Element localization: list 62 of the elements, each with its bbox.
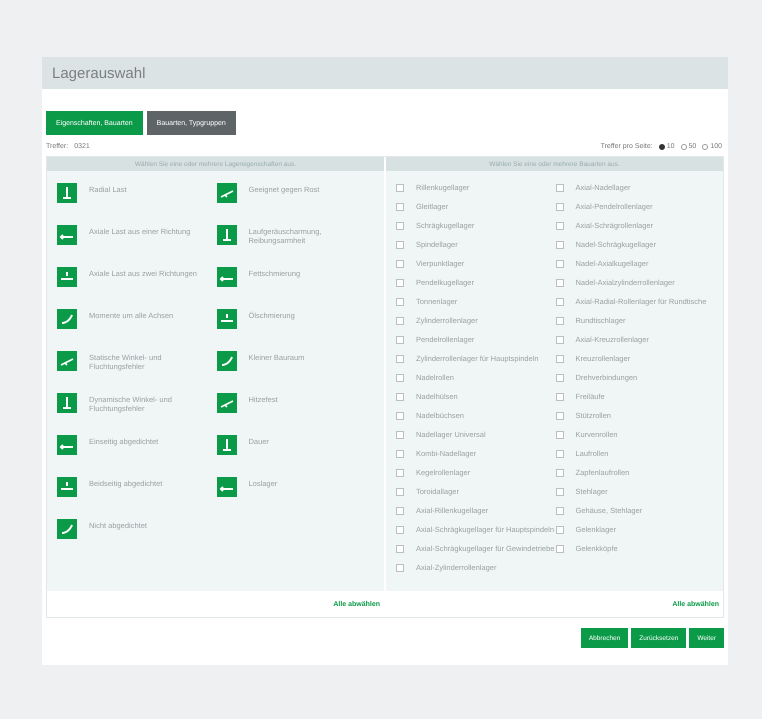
radio-button[interactable] [680,144,687,150]
checkbox[interactable] [396,260,404,268]
property-icon[interactable] [57,183,77,203]
checkbox[interactable] [396,507,404,515]
property-icon[interactable] [216,309,236,329]
checkbox[interactable] [556,374,564,382]
property-icon[interactable] [216,351,236,371]
checkbox[interactable] [396,336,404,344]
checkbox[interactable] [396,317,404,325]
property-icon[interactable] [57,477,77,497]
property-icon[interactable] [57,435,77,455]
checkbox[interactable] [556,412,564,420]
property-icon[interactable] [57,393,77,413]
checkbox[interactable] [556,393,564,401]
checkbox[interactable] [556,488,564,496]
property-icon[interactable] [216,393,236,413]
checkbox[interactable] [556,279,564,287]
property-icon[interactable] [57,519,77,539]
checkbox[interactable] [396,488,404,496]
checkbox[interactable] [396,355,404,363]
radio-button[interactable] [658,144,665,150]
checkbox[interactable] [556,431,564,439]
checkbox[interactable] [556,545,564,553]
page-title: Lagerauswahl [42,57,728,89]
checkbox[interactable] [396,203,404,211]
checkbox[interactable] [556,355,564,363]
property-icon[interactable] [57,351,77,371]
checkbox[interactable] [556,507,564,515]
property-icon[interactable] [216,183,236,203]
property-icon[interactable] [216,477,236,497]
checkbox[interactable] [396,564,404,572]
checkbox[interactable] [396,222,404,230]
checkbox[interactable] [556,184,564,192]
checkbox[interactable] [396,279,404,287]
property-icon[interactable] [57,309,77,329]
checkbox[interactable] [396,469,404,477]
property-icon[interactable] [216,267,236,287]
checkbox[interactable] [556,203,564,211]
checkbox[interactable] [396,393,404,401]
checkbox[interactable] [556,298,564,306]
checkbox[interactable] [556,469,564,477]
checkbox[interactable] [396,431,404,439]
property-icon[interactable] [216,225,236,245]
checkbox[interactable] [556,260,564,268]
checkbox[interactable] [396,374,404,382]
checkbox[interactable] [396,450,404,458]
property-icon[interactable] [57,267,77,287]
property-icon[interactable] [57,225,77,245]
checkbox[interactable] [556,336,564,344]
checkbox[interactable] [396,298,404,306]
checkbox[interactable] [396,241,404,249]
checkbox[interactable] [556,317,564,325]
checkbox[interactable] [396,184,404,192]
checkbox[interactable] [396,526,404,534]
radio-button[interactable] [702,144,708,150]
checkbox[interactable] [556,241,564,249]
checkbox[interactable] [556,450,564,458]
property-icon[interactable] [216,435,236,455]
checkbox[interactable] [396,412,404,420]
checkbox[interactable] [396,545,404,553]
checkbox[interactable] [556,526,564,534]
checkbox[interactable] [556,222,564,230]
